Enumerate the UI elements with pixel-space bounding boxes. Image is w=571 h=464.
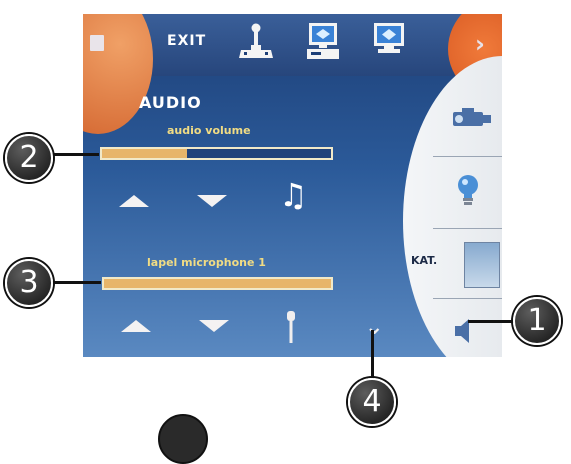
touch-panel-screen: EXIT › KAT. AUDIO audio volume ♫ lapel m… (83, 14, 502, 357)
right-panel-divider (433, 228, 502, 229)
chevron-right-icon[interactable]: › (475, 32, 485, 56)
microphone-icon[interactable] (285, 311, 297, 343)
callout-2-leader (47, 153, 99, 156)
music-note-icon[interactable]: ♫ (279, 179, 308, 211)
audio-volume-bar[interactable] (100, 147, 333, 160)
callout-2: 2 (5, 134, 53, 182)
callout-3-leader (47, 281, 101, 284)
mic-down-button[interactable] (199, 320, 229, 332)
joystick-icon[interactable] (237, 22, 275, 62)
chevron-down-icon[interactable]: ⌄ (365, 317, 383, 339)
lapel-microphone-level (104, 279, 331, 288)
right-panel-background (403, 56, 502, 357)
right-panel-divider (433, 156, 502, 157)
monitor-icon[interactable] (372, 22, 406, 56)
computer-icon[interactable] (306, 22, 340, 62)
lapel-microphone-bar[interactable] (102, 277, 333, 290)
kat-screen-icon[interactable] (464, 242, 500, 288)
callout-3: 3 (5, 259, 53, 307)
exit-button[interactable]: EXIT (167, 33, 206, 49)
volume-up-button[interactable] (119, 195, 149, 207)
callout-4: 4 (348, 378, 396, 426)
stop-icon[interactable] (90, 35, 104, 51)
orange-corner-left (83, 14, 153, 134)
callout-1: 1 (513, 297, 561, 345)
kat-label[interactable]: KAT. (411, 254, 437, 267)
volume-down-button[interactable] (197, 195, 227, 207)
light-bulb-icon[interactable] (456, 174, 480, 210)
projector-icon[interactable] (450, 106, 494, 132)
audio-volume-level (102, 149, 187, 158)
lapel-microphone-label: lapel microphone 1 (147, 256, 266, 269)
callout-4-leader (371, 330, 374, 380)
right-panel-divider (433, 298, 502, 299)
mic-up-button[interactable] (121, 320, 151, 332)
audio-volume-label: audio volume (167, 124, 251, 137)
callout-partial (158, 414, 208, 464)
right-panel: KAT. (403, 56, 502, 357)
audio-title: AUDIO (139, 93, 202, 112)
